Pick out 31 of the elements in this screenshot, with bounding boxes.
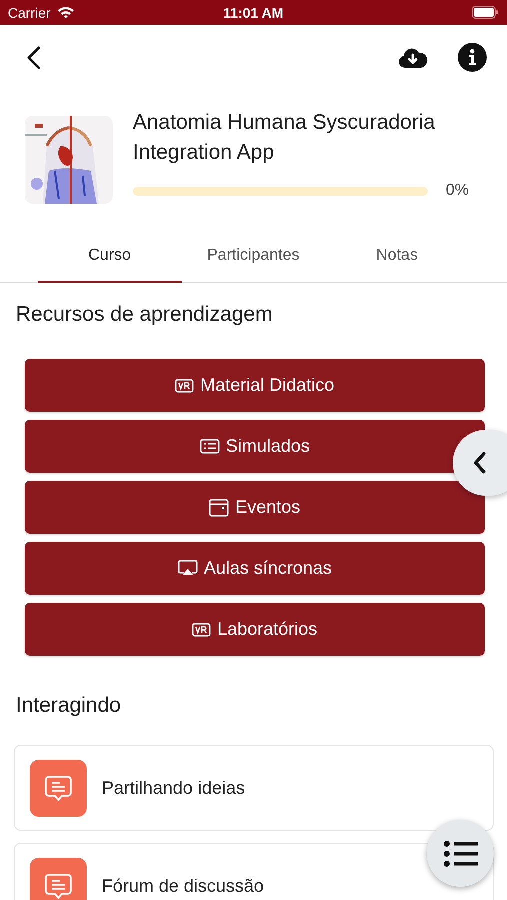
back-icon[interactable] (27, 46, 41, 70)
battery-icon (472, 6, 499, 19)
tab[interactable]: Notas (325, 230, 470, 283)
cloud-download-icon[interactable] (398, 46, 428, 68)
wifi-icon (56, 6, 75, 19)
resource-button[interactable]: Aulas síncronas (25, 542, 485, 595)
section-heading: Recursos de aprendizagem (15, 302, 274, 327)
resource-button[interactable]: Eventos (25, 481, 485, 534)
resource-button[interactable]: Simulados (25, 420, 485, 473)
chevron-left-icon (473, 451, 487, 475)
course-title: Anatomia Humana Syscuradoria Integration App (133, 110, 436, 166)
vr-icon (192, 622, 212, 636)
activity-card[interactable]: Partilhando ideias (14, 745, 494, 831)
screen-icon (178, 560, 198, 577)
list-icon (200, 439, 220, 454)
forum-icon (30, 760, 87, 816)
activity-title: Partilhando ideias (102, 778, 246, 798)
resource-button[interactable]: Laboratórios (25, 603, 485, 656)
status-time: 11:01 AM (222, 4, 285, 20)
resource-button[interactable]: Material Didatico (25, 359, 485, 412)
activity-title: Fórum de discussão (102, 876, 264, 896)
index-button[interactable] (427, 820, 494, 887)
tab[interactable]: Curso (38, 230, 182, 283)
section-heading: Interagindo (15, 693, 122, 718)
info-icon[interactable] (458, 43, 487, 72)
vr-icon (175, 378, 194, 392)
carrier-label: Carrier (8, 4, 51, 20)
progress-percent: 0% (446, 182, 470, 200)
list-icon (442, 840, 478, 868)
calendar-icon (209, 498, 230, 518)
tab[interactable]: Participantes (182, 230, 326, 283)
